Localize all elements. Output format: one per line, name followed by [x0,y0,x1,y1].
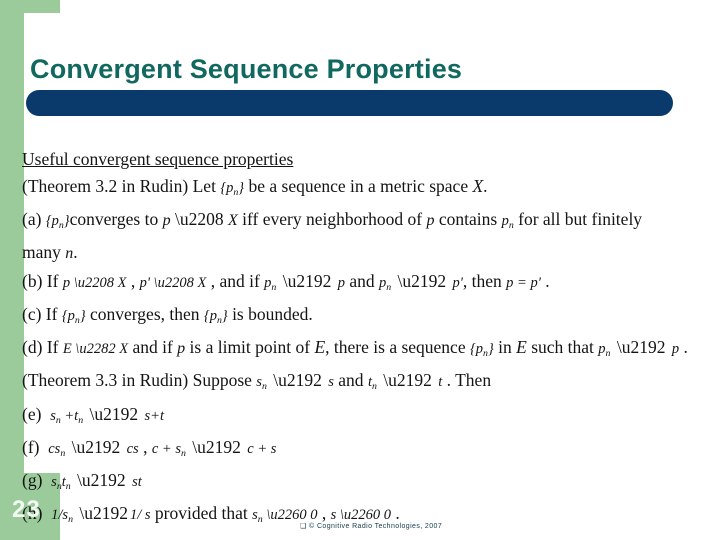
line-theorem-3-2: (Theorem 3.2 in Rudin) Let {pn} be a seq… [22,175,488,198]
line-item-c: (c) If {pn} converges, then {pn} is boun… [22,303,313,326]
footer-box-icon: ❑ [300,522,307,530]
line-item-a-cont: many n. [22,242,78,262]
title-underline-bar [26,90,673,116]
line-item-a: (a) {pn}converges to p \u2208 X iff ever… [22,208,643,231]
footer: ❑ © Cognitive Radio Technologies, 2007 [300,522,442,530]
line-item-g: (g) sntn \u2192 st [22,470,142,492]
line-item-e: (e) sn +tn \u2192 s+t [22,403,164,426]
page-title: Convergent Sequence Properties [30,54,463,84]
page-number: 23 [12,496,41,523]
body-content: Useful convergent sequence properties (T… [22,146,716,525]
body-heading: Useful convergent sequence properties [22,149,294,169]
line-item-f: (f) csn \u2192 cs , c + sn \u2192 c + s [22,436,277,459]
line-item-d: (d) If E \u2282 X and if p is a limit po… [22,337,688,359]
line-theorem-3-3: (Theorem 3.3 in Rudin) Suppose sn \u2192… [22,370,492,392]
footer-text: © Cognitive Radio Technologies, 2007 [309,523,443,530]
slide-canvas: Convergent Sequence Properties Useful co… [0,0,720,540]
line-item-b: (b) If p \u2208 X , p' \u2208 X , and if… [22,270,550,293]
